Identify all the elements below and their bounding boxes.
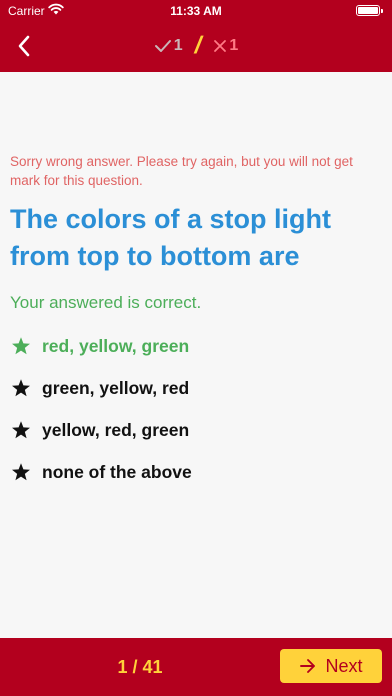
correct-count: 1 <box>173 37 183 54</box>
score-summary: 1 / 1 <box>0 32 392 59</box>
score-divider: / <box>191 32 205 59</box>
question-panel: Sorry wrong answer. Please try again, bu… <box>10 152 382 493</box>
next-button[interactable]: Next <box>280 649 382 683</box>
wrong-answer-message: Sorry wrong answer. Please try again, bu… <box>10 154 353 188</box>
answer-option-label: green, yellow, red <box>42 377 190 398</box>
wrong-score: 1 <box>213 37 238 55</box>
answer-option[interactable]: yellow, red, green <box>10 409 382 451</box>
result-message: Your answered is correct. <box>10 293 202 312</box>
status-time: 11:33 AM <box>170 4 222 18</box>
answer-option[interactable]: red, yellow, green <box>10 325 382 367</box>
bottom-bar: 1 / 41 Next <box>0 638 392 696</box>
page-indicator: 1 / 41 <box>117 657 163 677</box>
answer-option-label: yellow, red, green <box>42 419 190 440</box>
star-icon <box>12 463 30 481</box>
correct-score: 1 <box>154 37 183 55</box>
check-icon <box>154 40 171 52</box>
answer-option[interactable]: none of the above <box>10 451 382 493</box>
arrow-right-icon <box>300 659 316 673</box>
star-icon <box>12 379 30 397</box>
wrong-count: 1 <box>229 37 239 54</box>
star-icon <box>12 337 30 355</box>
answer-option-label: red, yellow, green <box>42 335 190 356</box>
next-button-label: Next <box>325 655 363 676</box>
cross-icon <box>214 40 227 52</box>
answer-option[interactable]: green, yellow, red <box>10 367 382 409</box>
question-text: The colors of a stop light from top to b… <box>10 204 332 271</box>
star-icon <box>12 421 30 439</box>
battery-icon <box>356 5 383 16</box>
answer-option-label: none of the above <box>42 461 192 482</box>
answer-options: red, yellow, green green, yellow, red ye… <box>10 325 382 493</box>
status-bar: Carrier 11:33 AM <box>0 0 392 20</box>
top-bar: Carrier 11:33 AM 1 / 1 <box>0 0 392 72</box>
